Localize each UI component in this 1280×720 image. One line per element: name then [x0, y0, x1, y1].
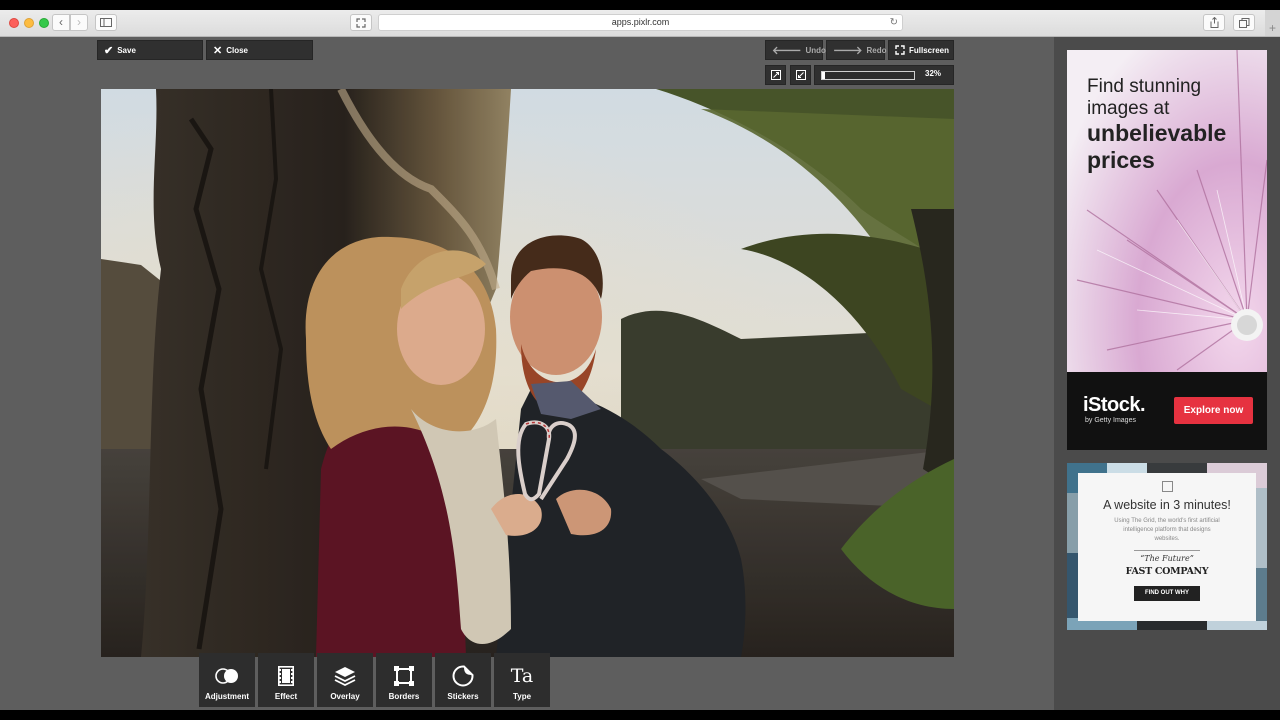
tool-effect-label: Effect: [274, 692, 298, 701]
istock-line2: images at: [1087, 98, 1170, 119]
borders-icon: [394, 665, 414, 687]
reload-icon[interactable]: ↻: [890, 15, 898, 30]
tool-adjustment[interactable]: Adjustment: [199, 653, 255, 707]
save-button[interactable]: ✔ Save: [97, 40, 203, 60]
zoom-percentage: 32%: [925, 69, 942, 78]
undo-button[interactable]: 🡐 Undo: [765, 40, 826, 60]
fit-screen-button[interactable]: [765, 65, 786, 85]
istock-footer: iStock. by Getty Images Explore now: [1067, 372, 1267, 450]
adjustment-icon: [215, 665, 239, 687]
tool-adjustment-label: Adjustment: [205, 692, 249, 701]
istock-logo-sub: by Getty Images: [1085, 417, 1136, 424]
close-icon: ✕: [213, 44, 223, 57]
chevron-left-icon: ‹: [59, 15, 63, 29]
thegrid-logo-icon: [1161, 481, 1173, 492]
reader-button[interactable]: [350, 14, 372, 31]
istock-line3: unbelievable: [1087, 120, 1227, 146]
effect-icon: [278, 665, 294, 687]
thegrid-quote: “The Future”: [1140, 554, 1194, 563]
tool-effect[interactable]: Effect: [258, 653, 314, 707]
tool-overlay-label: Overlay: [330, 692, 360, 701]
istock-line4: prices: [1087, 147, 1155, 173]
fit-screen-icon: [770, 70, 781, 80]
fullscreen-icon: [895, 45, 905, 55]
window-titlebar: [0, 0, 1280, 10]
address-bar[interactable]: apps.pixlr.com ↻: [378, 14, 903, 31]
overlay-icon: [334, 665, 356, 687]
zoom-window-button[interactable]: [39, 18, 49, 28]
share-button[interactable]: [1203, 14, 1225, 31]
thegrid-headline: A website in 3 minutes!: [1103, 498, 1231, 512]
stickers-icon: [452, 665, 474, 687]
close-window-button[interactable]: [9, 18, 19, 28]
tabs-icon: [1238, 18, 1249, 28]
show-tabs-button[interactable]: [1233, 14, 1255, 31]
tool-borders[interactable]: Borders: [376, 653, 432, 707]
close-button[interactable]: ✕ Close: [206, 40, 313, 60]
istock-ad[interactable]: Find stunning images at unbelievable pri…: [1067, 50, 1267, 450]
tool-type[interactable]: Ta Type: [494, 653, 550, 707]
istock-logo: iStock.: [1083, 394, 1146, 416]
tool-overlay[interactable]: Overlay: [317, 653, 373, 707]
close-label: Close: [226, 45, 249, 55]
redo-label: Redo: [866, 45, 887, 55]
new-tab-button[interactable]: +: [1265, 10, 1280, 36]
fullscreen-button[interactable]: Fullscreen: [888, 40, 954, 60]
zoom-slider-fill: [822, 72, 825, 79]
istock-headline: Find stunning images at unbelievable pri…: [1087, 76, 1262, 174]
zoom-control: 32%: [814, 65, 954, 85]
photo-canvas[interactable]: [101, 89, 954, 657]
actual-size-icon: [795, 70, 806, 80]
tool-type-label: Type: [512, 692, 532, 701]
istock-line1: Find stunning: [1087, 76, 1202, 97]
share-icon: [1210, 16, 1218, 28]
sidebar-icon: [100, 18, 112, 27]
screen-bottom-edge: [0, 710, 1280, 720]
divider: [1134, 550, 1200, 551]
thegrid-card: A website in 3 minutes! Using The Grid, …: [1078, 473, 1256, 621]
back-button[interactable]: ‹: [52, 14, 70, 31]
thegrid-ad[interactable]: A website in 3 minutes! Using The Grid, …: [1067, 463, 1267, 630]
tool-borders-label: Borders: [388, 692, 420, 701]
tool-stickers-label: Stickers: [447, 692, 479, 701]
find-out-why-button[interactable]: FIND OUT WHY: [1134, 586, 1200, 601]
thegrid-subtext: Using The Grid, the world's first artifi…: [1114, 518, 1220, 542]
fastcompany-logo: FAST COMPANY: [1125, 566, 1209, 577]
arrow-right-icon: 🡒: [833, 45, 863, 57]
fullscreen-label: Fullscreen: [909, 45, 950, 55]
forward-button[interactable]: ›: [70, 14, 88, 31]
redo-button[interactable]: 🡒 Redo: [826, 40, 887, 60]
type-icon: Ta: [510, 665, 534, 687]
pixlr-editor: ✔ Save ✕ Close 🡐 Undo 🡒 Redo Fullscreen 32%: [0, 37, 1054, 710]
explore-now-button[interactable]: Explore now: [1174, 397, 1253, 424]
undo-label: Undo: [805, 45, 826, 55]
zoom-slider[interactable]: [821, 71, 915, 80]
checkmark-icon: ✔: [104, 44, 114, 57]
arrow-left-icon: 🡐: [772, 45, 802, 57]
save-label: Save: [117, 45, 136, 55]
sidebar-toggle-button[interactable]: [95, 14, 117, 31]
tool-stickers[interactable]: Stickers: [435, 653, 491, 707]
expand-icon: [356, 18, 366, 28]
chevron-right-icon: ›: [77, 15, 81, 29]
couple-photo: [101, 89, 954, 657]
url-text: apps.pixlr.com: [611, 17, 670, 27]
minimize-window-button[interactable]: [24, 18, 34, 28]
browser-toolbar: ‹ › apps.pixlr.com ↻: [0, 10, 1280, 37]
tools-bar: Adjustment Effect Overlay Borders Sticke…: [199, 653, 550, 707]
actual-size-button[interactable]: [790, 65, 811, 85]
